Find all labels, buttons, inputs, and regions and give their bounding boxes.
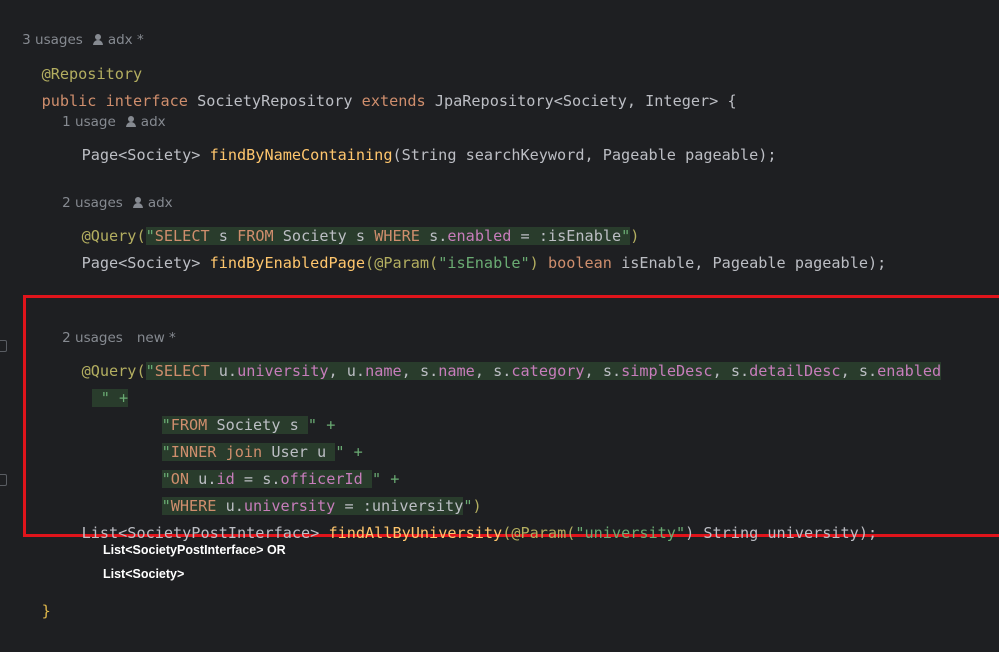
sql-field: enabled xyxy=(877,362,942,380)
code-line-annotation[interactable]: @Repository xyxy=(5,34,143,83)
usage-hint[interactable]: 3 usages adx * xyxy=(5,10,144,48)
sql-field: name xyxy=(438,362,475,380)
code-line-method-1[interactable]: Page<Society> findByNameContaining(Strin… xyxy=(45,115,777,164)
sql-field: category xyxy=(511,362,585,380)
sql-field: university xyxy=(237,362,329,380)
sql-injection: "SELECT u.university, u.name, s.name, s.… xyxy=(145,362,942,380)
sql-text: , u. xyxy=(328,362,366,380)
code-line-method-2[interactable]: Page<Society> findByEnabledPage(@Param("… xyxy=(45,223,887,272)
super-type: JpaRepository<Society, Integer> { xyxy=(434,92,737,110)
gutter-marker[interactable] xyxy=(0,474,7,486)
keyword-boolean: boolean xyxy=(547,254,612,272)
annotation-note-line-2: List<Society> xyxy=(103,567,185,581)
code-line-from[interactable]: "FROM Society s " + xyxy=(125,385,335,434)
method-args: (String searchKeyword, Pageable pageable… xyxy=(392,146,777,164)
sql-text: , s. xyxy=(584,362,622,380)
method-args: isEnable, Pageable pageable); xyxy=(611,254,887,272)
param-close: ) xyxy=(529,254,548,272)
param-annotation: (@Param( xyxy=(502,524,576,542)
string-quote: " xyxy=(145,362,155,380)
code-line-query-2[interactable]: @Query("SELECT u.university, u.name, s.n… xyxy=(45,331,942,380)
usage-hint[interactable]: 1 usage adx xyxy=(45,92,165,130)
code-line-where[interactable]: "WHERE u.university = :university") xyxy=(125,466,482,515)
code-line-on[interactable]: "ON u.id = s.officerId " + xyxy=(125,439,399,488)
param-annotation: (@Param( xyxy=(365,254,439,272)
method-name: findAllByUniversity xyxy=(328,524,503,542)
sql-text: u. xyxy=(209,362,238,380)
sql-field: simpleDesc xyxy=(621,362,713,380)
sql-text: , s. xyxy=(401,362,439,380)
method-name: findByNameContaining xyxy=(209,146,393,164)
method-name: findByEnabledPage xyxy=(209,254,366,272)
annotation-note-line-1: List<SocietyPostInterface> OR xyxy=(103,543,286,557)
code-line-interface-declaration[interactable]: public interface SocietyRepository exten… xyxy=(5,61,737,110)
code-line-join[interactable]: "INNER join User u " + xyxy=(125,412,363,461)
usage-hint[interactable]: 2 usages new * xyxy=(45,308,176,346)
sql-field: detailDesc xyxy=(749,362,841,380)
return-type: Page<Society> xyxy=(81,146,210,164)
sql-field: name xyxy=(365,362,402,380)
param-string: "university" xyxy=(575,524,686,542)
closing-brace: } xyxy=(41,602,51,620)
code-line-query-1[interactable]: @Query("SELECT s FROM Society s WHERE s.… xyxy=(45,196,639,245)
param-string: "isEnable" xyxy=(438,254,530,272)
keyword-extends: extends xyxy=(361,92,426,110)
sql-keyword: SELECT xyxy=(154,362,210,380)
sql-text: , s. xyxy=(840,362,878,380)
class-name: SocietyRepository xyxy=(197,92,353,110)
string-concat: " + xyxy=(91,389,129,407)
code-line-method-3[interactable]: List<SocietyPostInterface> findAllByUniv… xyxy=(45,493,878,542)
sql-text: , s. xyxy=(474,362,512,380)
code-line-closing-brace[interactable]: } xyxy=(5,571,51,620)
return-type: Page<Society> xyxy=(81,254,210,272)
gutter-marker[interactable] xyxy=(0,340,7,352)
sql-text: , s. xyxy=(712,362,750,380)
method-args: ) String university); xyxy=(685,524,878,542)
usage-hint[interactable]: 2 usages adx xyxy=(45,173,173,211)
code-editor[interactable]: 3 usages adx * @Repository public interfa… xyxy=(0,0,999,620)
code-line-query-2-cont[interactable]: " + xyxy=(55,358,129,407)
